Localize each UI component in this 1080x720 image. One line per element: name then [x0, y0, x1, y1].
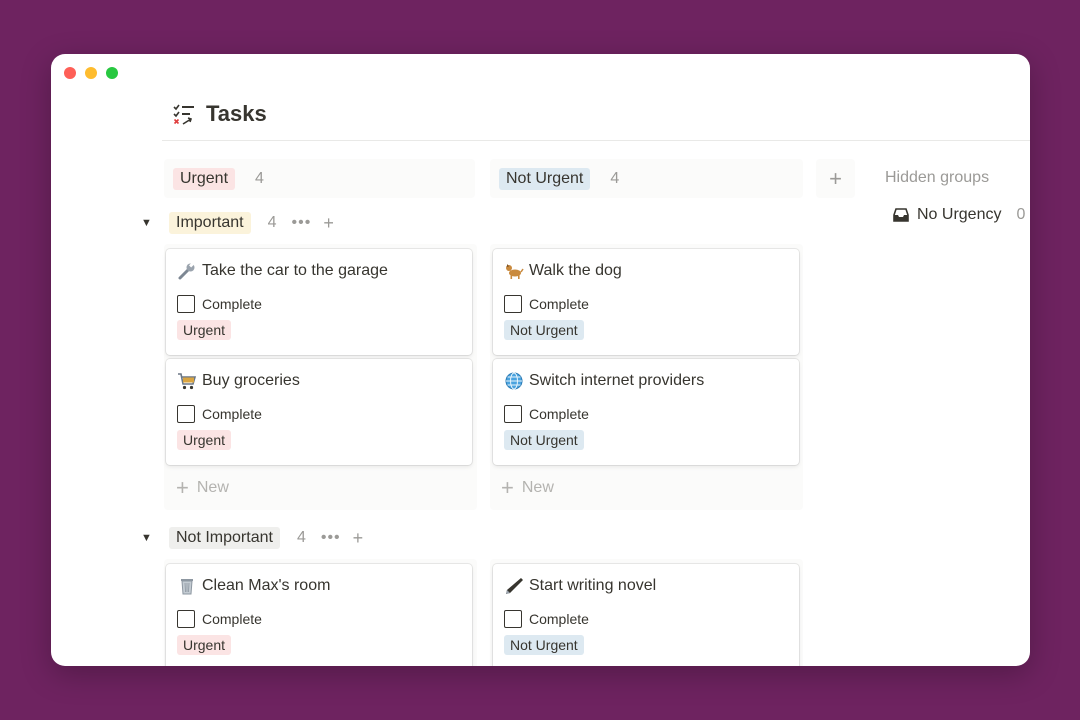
complete-checkbox[interactable] — [504, 405, 522, 423]
plus-icon: + — [176, 475, 189, 500]
shopping-cart-icon — [178, 373, 197, 390]
globe-icon — [505, 372, 523, 390]
dog-icon — [506, 264, 524, 279]
group-count: 4 — [267, 214, 277, 231]
add-icon[interactable]: + — [323, 213, 334, 234]
hidden-group-label: No Urgency — [917, 206, 1002, 223]
card-switch-internet-providers[interactable]: Switch internet providers Complete Not U… — [493, 359, 799, 465]
add-column-button[interactable]: + — [816, 159, 855, 198]
card-walk-the-dog[interactable]: Walk the dog Complete Not Urgent — [493, 249, 799, 355]
column-header-not-urgent[interactable]: Not Urgent 4 — [490, 159, 803, 198]
add-icon[interactable]: + — [353, 528, 364, 549]
more-icon[interactable]: ••• — [321, 529, 341, 547]
checkbox-label: Complete — [529, 406, 589, 422]
urgency-tag: Not Urgent — [504, 635, 584, 655]
new-card-button[interactable]: + New — [176, 475, 229, 500]
complete-checkbox[interactable] — [504, 295, 522, 313]
card-clean-maxs-room[interactable]: Clean Max's room Complete Urgent — [166, 564, 472, 666]
card-title: Start writing novel — [529, 577, 657, 594]
group-header-important[interactable]: ▼ Important 4 ••• + — [141, 212, 334, 234]
page-title: Tasks — [206, 101, 267, 126]
column-count: 4 — [610, 169, 620, 187]
checkbox-label: Complete — [202, 296, 262, 312]
complete-checkbox[interactable] — [177, 405, 195, 423]
group-tag: Important — [169, 212, 251, 234]
urgency-tag: Not Urgent — [504, 320, 584, 340]
column-header-urgent[interactable]: Urgent 4 — [164, 159, 475, 198]
card-title: Switch internet providers — [529, 372, 705, 389]
page-title-row: Tasks — [172, 101, 267, 127]
new-card-button[interactable]: + New — [501, 475, 554, 500]
group-header-not-important[interactable]: ▼ Not Important 4 ••• + — [141, 527, 363, 549]
new-label: New — [196, 479, 229, 496]
checkbox-label: Complete — [202, 406, 262, 422]
urgency-tag: Urgent — [177, 320, 232, 340]
complete-checkbox[interactable] — [177, 295, 195, 313]
group-count: 4 — [296, 529, 306, 546]
checkbox-label: Complete — [529, 611, 589, 627]
more-icon[interactable]: ••• — [292, 214, 312, 232]
group-actions: ••• + — [292, 213, 334, 234]
group-actions: ••• + — [321, 528, 363, 549]
inbox-icon — [893, 208, 909, 222]
card-title: Clean Max's room — [202, 577, 331, 594]
new-label: New — [521, 479, 554, 496]
maximize-window-button[interactable] — [106, 67, 118, 79]
urgency-tag: Not Urgent — [504, 430, 584, 450]
urgency-tag: Urgent — [177, 430, 232, 450]
minimize-window-button[interactable] — [85, 67, 97, 79]
group-tag: Not Important — [169, 527, 280, 549]
column-tag: Urgent — [173, 167, 236, 190]
plus-icon: + — [501, 475, 514, 500]
pen-icon — [506, 578, 523, 594]
card-title: Take the car to the garage — [202, 262, 388, 279]
close-window-button[interactable] — [64, 67, 76, 79]
column-count: 4 — [255, 169, 264, 187]
card-take-car-to-garage[interactable]: Take the car to the garage Complete Urge… — [166, 249, 472, 355]
app-window: Tasks Urgent 4 Not Urgent 4 + Hidden gro… — [51, 54, 1030, 666]
wrench-icon — [178, 262, 195, 280]
checkbox-label: Complete — [529, 296, 589, 312]
plus-icon: + — [829, 165, 842, 191]
checkbox-label: Complete — [202, 611, 262, 627]
window-controls — [64, 67, 118, 79]
card-buy-groceries[interactable]: Buy groceries Complete Urgent — [166, 359, 472, 465]
hidden-groups-label: Hidden groups — [885, 169, 990, 186]
urgency-tag: Urgent — [177, 635, 232, 655]
title-divider — [162, 140, 1030, 141]
complete-checkbox[interactable] — [504, 610, 522, 628]
card-title: Walk the dog — [529, 262, 622, 279]
column-tag: Not Urgent — [499, 167, 591, 190]
checklist-icon — [173, 104, 194, 125]
caret-down-icon[interactable]: ▼ — [141, 217, 152, 229]
hidden-group-no-urgency[interactable]: No Urgency 0 — [892, 206, 1025, 224]
card-title: Buy groceries — [202, 372, 300, 389]
complete-checkbox[interactable] — [177, 610, 195, 628]
caret-down-icon[interactable]: ▼ — [141, 532, 152, 544]
wastebasket-icon — [181, 579, 193, 595]
card-start-writing-novel[interactable]: Start writing novel Complete Not Urgent — [493, 564, 799, 666]
hidden-group-count: 0 — [1016, 206, 1026, 223]
